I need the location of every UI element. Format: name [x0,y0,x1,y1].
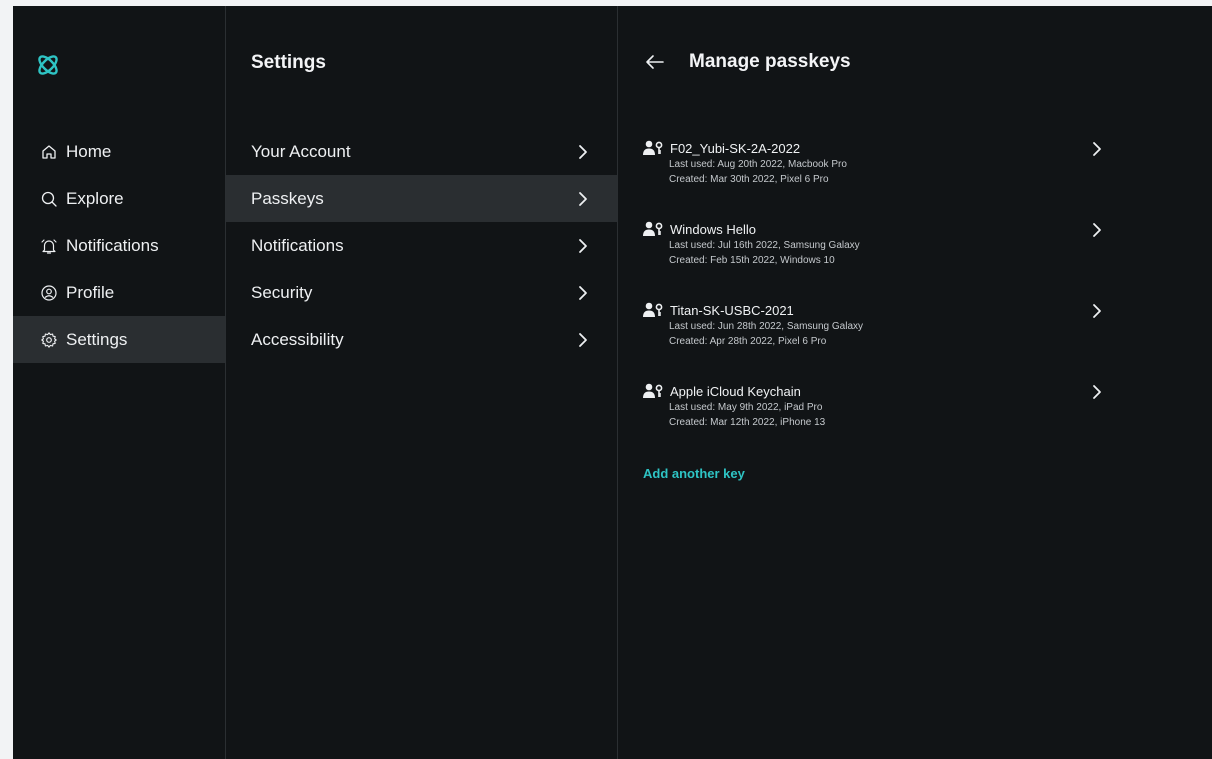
passkey-name: Titan-SK-USBC-2021 [670,302,794,318]
profile-icon [40,284,58,302]
passkey-last-used: Last used: May 9th 2022, iPad Pro [669,402,823,413]
chevron-right-icon [579,285,587,300]
app-window: Home Explore Notifications Profile Setti… [13,6,1212,759]
passkeys-header: Manage passkeys [643,50,851,74]
nav-item-settings[interactable]: Settings [13,316,225,363]
chevron-right-icon [579,332,587,347]
user-key-icon [643,302,663,317]
passkey-last-used: Last used: Aug 20th 2022, Macbook Pro [669,159,847,170]
nav-item-home[interactable]: Home [13,128,225,175]
settings-item-label: Security [251,282,313,302]
passkey-name: F02_Yubi-SK-2A-2022 [670,140,801,156]
passkey-item[interactable]: Titan-SK-USBC-2021 Last used: Jun 28th 2… [643,301,1103,382]
chevron-right-icon [579,144,587,159]
chevron-right-icon [579,238,587,253]
back-button[interactable] [643,50,667,74]
nav-item-label: Home [66,141,112,161]
nav-item-label: Notifications [66,235,159,255]
add-another-key-link[interactable]: Add another key [643,466,745,481]
settings-list: Your Account Passkeys Notifications Secu… [226,128,617,363]
settings-item-your-account[interactable]: Your Account [226,128,617,175]
user-key-icon [643,221,663,236]
passkeys-panel: Manage passkeys F02_Yubi-SK-2A-2022 Last… [618,6,1212,759]
chevron-right-icon [1093,142,1101,156]
passkey-created: Created: Mar 30th 2022, Pixel 6 Pro [669,174,829,185]
arrow-left-icon [646,55,664,69]
passkey-name-row: Apple iCloud Keychain [643,382,1103,400]
nav-item-explore[interactable]: Explore [13,175,225,222]
home-icon [40,143,58,161]
settings-item-passkeys[interactable]: Passkeys [226,175,617,222]
page-title: Manage passkeys [689,51,851,72]
nav-item-label: Profile [66,282,115,302]
settings-item-label: Your Account [251,141,351,161]
passkey-name: Windows Hello [670,221,756,237]
passkey-item[interactable]: F02_Yubi-SK-2A-2022 Last used: Aug 20th … [643,139,1103,220]
chevron-right-icon [1093,385,1101,399]
chevron-right-icon [1093,223,1101,237]
nav-list: Home Explore Notifications Profile Setti… [13,128,225,363]
nav-item-profile[interactable]: Profile [13,269,225,316]
passkey-last-used: Last used: Jun 28th 2022, Samsung Galaxy [669,321,864,332]
passkey-last-used: Last used: Jul 16th 2022, Samsung Galaxy [669,240,860,251]
settings-item-security[interactable]: Security [226,269,617,316]
gear-icon [40,331,58,349]
user-key-icon [643,383,663,398]
settings-item-label: Notifications [251,235,344,255]
atom-logo-icon[interactable] [35,52,61,78]
passkey-created: Created: Feb 15th 2022, Windows 10 [669,255,835,266]
chevron-right-icon [579,191,587,206]
nav-item-label: Explore [66,188,124,208]
settings-item-label: Passkeys [251,188,324,208]
settings-item-label: Accessibility [251,329,344,349]
passkey-item[interactable]: Windows Hello Last used: Jul 16th 2022, … [643,220,1103,301]
nav-item-label: Settings [66,329,128,349]
passkey-created: Created: Mar 12th 2022, iPhone 13 [669,417,826,428]
settings-item-notifications[interactable]: Notifications [226,222,617,269]
main-nav: Home Explore Notifications Profile Setti… [13,6,226,759]
passkey-name: Apple iCloud Keychain [670,383,801,399]
nav-item-notifications[interactable]: Notifications [13,222,225,269]
passkey-name-row: F02_Yubi-SK-2A-2022 [643,139,1103,157]
settings-item-accessibility[interactable]: Accessibility [226,316,617,363]
passkey-name-row: Windows Hello [643,220,1103,238]
settings-title: Settings [251,52,326,73]
bell-icon [40,237,58,255]
settings-panel: Settings Your Account Passkeys Notificat… [226,6,618,759]
passkey-list: F02_Yubi-SK-2A-2022 Last used: Aug 20th … [643,139,1103,463]
passkey-item[interactable]: Apple iCloud Keychain Last used: May 9th… [643,382,1103,463]
passkey-created: Created: Apr 28th 2022, Pixel 6 Pro [669,336,827,347]
chevron-right-icon [1093,304,1101,318]
passkey-name-row: Titan-SK-USBC-2021 [643,301,1103,319]
search-icon [40,190,58,208]
user-key-icon [643,140,663,155]
